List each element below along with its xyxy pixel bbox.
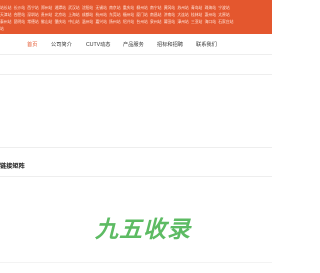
station-link[interactable]: 黄冈站 xyxy=(164,6,175,11)
station-link[interactable]: 石家庄站 xyxy=(218,20,233,25)
station-link[interactable]: 南宁站 xyxy=(150,6,161,11)
station-link[interactable]: 武汉站 xyxy=(68,6,79,11)
station-link[interactable]: 合肥站 xyxy=(14,13,25,18)
station-link[interactable]: 深圳站 xyxy=(27,13,38,18)
station-link[interactable]: 昆明站 xyxy=(14,20,25,25)
station-row-2: 天津站 合肥站 深圳站 贵州站 北京站 上海站 成都站 杭州站 东莞站 福州站 … xyxy=(0,13,231,18)
station-link[interactable]: 湘潭站 xyxy=(55,6,66,11)
station-link[interactable]: 莆田站 xyxy=(164,20,175,25)
brand-logo[interactable]: 九五收录 xyxy=(95,208,225,243)
station-link[interactable]: 扬州站 xyxy=(109,20,120,25)
station-link[interactable]: 重庆站 xyxy=(123,6,134,11)
station-link[interactable]: 杭州站 xyxy=(95,13,106,18)
top-station-bar: 站长站 长沙站 西宁站 郑州站 湘潭站 武汉站 沈阳站 无锡站 南京站 重庆站 … xyxy=(0,0,272,34)
station-link[interactable]: 郑州站 xyxy=(41,6,52,11)
station-link[interactable]: 站长站 xyxy=(0,6,11,11)
station-link[interactable]: 宁波站 xyxy=(218,6,229,11)
brand-logo-text: 九五收录 xyxy=(95,217,191,243)
station-link[interactable]: 福州站 xyxy=(123,13,134,18)
station-row-1: 站长站 长沙站 西宁站 郑州站 湘潭站 武汉站 沈阳站 无锡站 南京站 重庆站 … xyxy=(0,6,231,11)
station-link[interactable]: 温州站 xyxy=(82,20,93,25)
nav-item-cutv-news[interactable]: CUTV动态 xyxy=(86,41,111,48)
station-link[interactable]: 厦门站 xyxy=(136,13,147,18)
nav-item-contact[interactable]: 联系我们 xyxy=(196,41,217,48)
station-link[interactable]: 北京站 xyxy=(55,13,66,18)
station-link[interactable]: 台州站 xyxy=(136,20,147,25)
station-link[interactable]: 成都站 xyxy=(82,13,93,18)
nav-item-about[interactable]: 公司简介 xyxy=(51,41,72,48)
station-link[interactable]: 泉州站 xyxy=(150,20,161,25)
station-link[interactable]: 贵州站 xyxy=(41,13,52,18)
station-link[interactable]: 南京站 xyxy=(109,6,120,11)
nav-item-home[interactable]: 首页 xyxy=(27,41,37,48)
main-nav: 首页 公司简介 CUTV动态 产品服务 招标和招聘 联系我们 xyxy=(0,34,272,55)
station-link[interactable]: 柳州站 xyxy=(136,6,147,11)
station-link[interactable]: 苏州站 xyxy=(177,6,188,11)
station-link[interactable]: 东莞站 xyxy=(109,13,120,18)
station-link[interactable]: 泰州站 xyxy=(0,20,11,25)
station-link[interactable]: 中山站 xyxy=(68,20,79,25)
station-link[interactable]: 漳州站 xyxy=(177,20,188,25)
station-link[interactable]: 海口站 xyxy=(205,20,216,25)
nav-item-services[interactable]: 产品服务 xyxy=(123,41,144,48)
station-link[interactable]: 无锡站 xyxy=(95,6,106,11)
divider-line xyxy=(0,74,272,75)
divider-line xyxy=(0,147,272,148)
station-link[interactable]: 沈阳站 xyxy=(82,6,93,11)
station-link[interactable]: 站 xyxy=(0,27,4,32)
station-link[interactable]: 大连站 xyxy=(177,13,188,18)
divider-line xyxy=(0,176,272,177)
station-link[interactable]: 济南站 xyxy=(164,13,175,18)
station-link[interactable]: 绍兴站 xyxy=(123,20,134,25)
station-link[interactable]: 青岛站 xyxy=(191,6,202,11)
station-link[interactable]: 常德站 xyxy=(27,20,38,25)
station-link[interactable]: 佛山站 xyxy=(41,20,52,25)
station-link[interactable]: 上海站 xyxy=(68,13,79,18)
station-link[interactable]: 肇庆站 xyxy=(55,20,66,25)
section-title: 链接矩阵 xyxy=(0,163,25,170)
station-row-4: 站 xyxy=(0,27,5,32)
station-link[interactable]: 西宁站 xyxy=(27,6,38,11)
nav-item-bidding-recruitment[interactable]: 招标和招聘 xyxy=(157,41,183,48)
station-link[interactable]: 天津站 xyxy=(0,13,11,18)
footer-rule xyxy=(0,262,272,263)
station-link[interactable]: 嘉兴站 xyxy=(95,20,106,25)
station-row-3: 泰州站 昆明站 常德站 佛山站 肇庆站 中山站 温州站 嘉兴站 扬州站 绍兴站 … xyxy=(0,20,235,25)
station-link[interactable]: 珠海站 xyxy=(205,6,216,11)
station-link[interactable]: 长沙站 xyxy=(14,6,25,11)
station-link[interactable]: 太原站 xyxy=(218,13,229,18)
station-link[interactable]: 三亚站 xyxy=(191,20,202,25)
station-link[interactable]: 惠州站 xyxy=(205,13,216,18)
station-link[interactable]: 南昌站 xyxy=(150,13,161,18)
station-link[interactable]: 桂林站 xyxy=(191,13,202,18)
